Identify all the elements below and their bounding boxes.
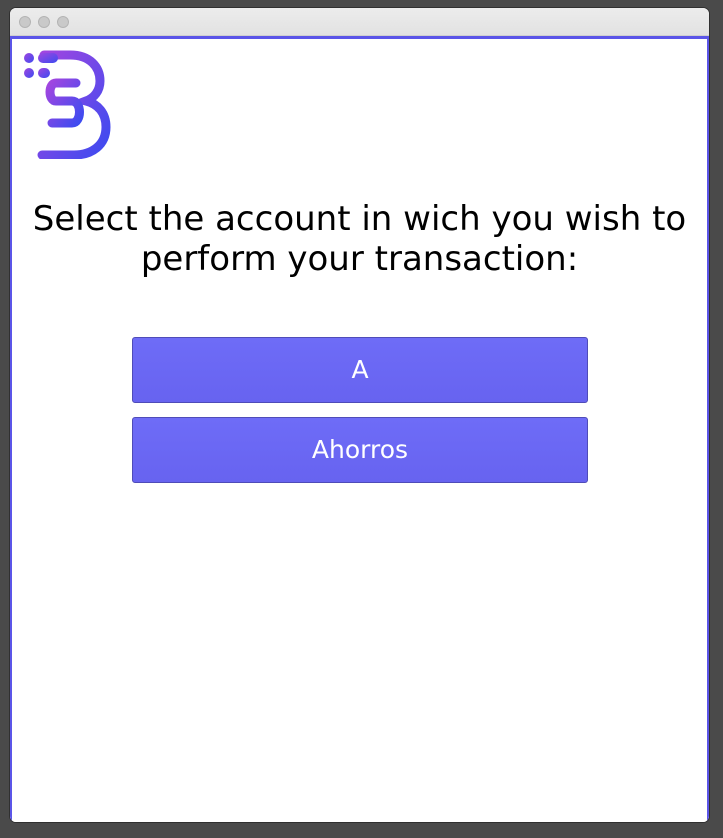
bank-b-logo-icon — [24, 50, 111, 159]
account-selection-prompt: Select the account in wich you wish to p… — [32, 199, 687, 279]
close-window-button[interactable] — [19, 16, 31, 28]
maximize-window-button[interactable] — [57, 16, 69, 28]
title-bar — [10, 8, 709, 36]
account-button-ahorros[interactable]: Ahorros — [132, 417, 588, 483]
app-window: Select the account in wich you wish to p… — [10, 8, 709, 822]
main-panel: Select the account in wich you wish to p… — [10, 36, 709, 822]
account-button-a[interactable]: A — [132, 337, 588, 403]
minimize-window-button[interactable] — [38, 16, 50, 28]
